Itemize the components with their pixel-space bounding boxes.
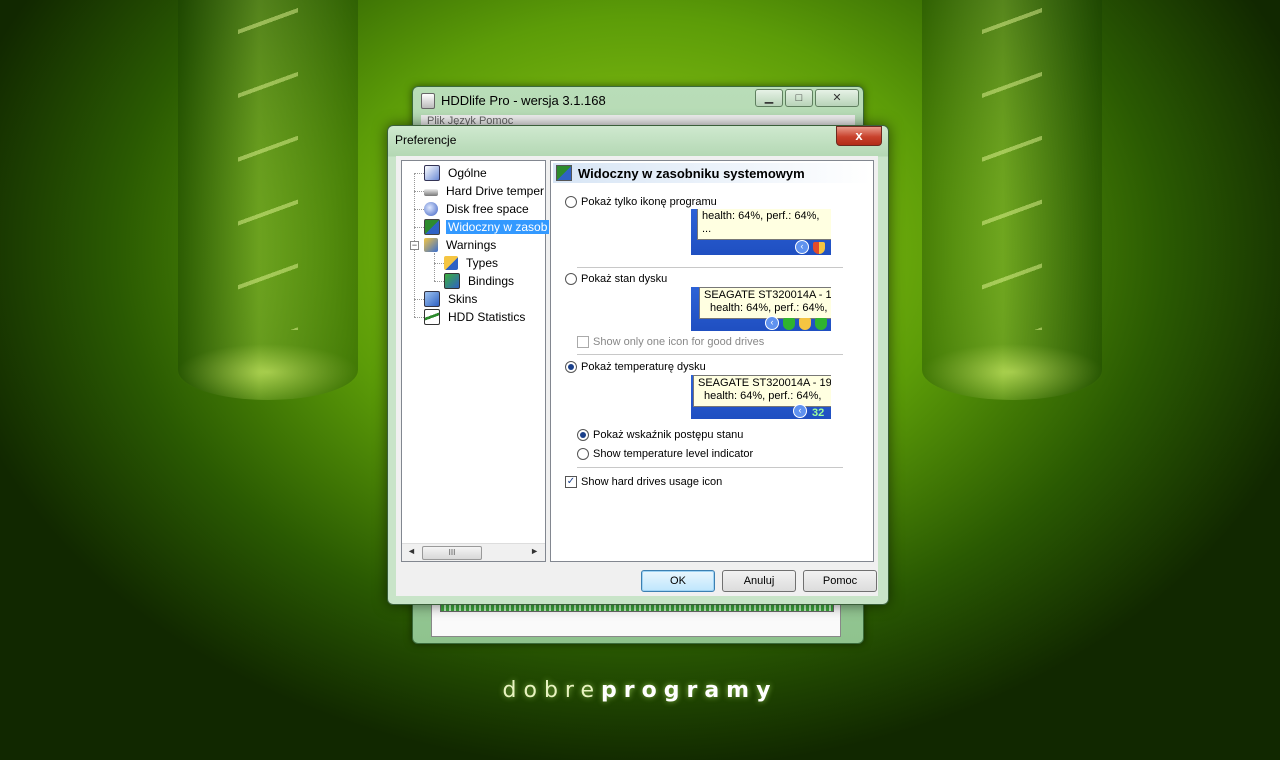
preview-tooltip: SEAGATE ST320014A - 19. health: 64%, per… xyxy=(699,287,831,319)
general-settings-icon xyxy=(424,164,440,181)
tree-item-bindings[interactable]: Bindings xyxy=(444,272,516,289)
background-swirl xyxy=(238,0,298,330)
chevron-left-icon: ‹ xyxy=(765,316,779,330)
preview-program-icon: health: 64%, perf.: 64%, ... ‹ xyxy=(691,209,831,255)
good-drive-icon xyxy=(783,318,795,330)
minimize-icon: ▁ xyxy=(764,92,774,104)
dialog-title: Preferencje xyxy=(395,133,457,147)
ok-button[interactable]: OK xyxy=(641,570,715,592)
tree-item-hard-drive-temperature[interactable]: Hard Drive temper xyxy=(424,182,546,199)
option-usage-icon[interactable]: ✓ Show hard drives usage icon xyxy=(565,476,722,488)
maximize-icon: □ xyxy=(795,92,803,104)
option-temperature-level[interactable]: Show temperature level indicator xyxy=(577,448,753,460)
tree-horizontal-scrollbar[interactable]: ◄ III ► xyxy=(402,543,545,561)
option-label: Pokaż tylko ikonę programu xyxy=(581,196,717,208)
panel-header: Widoczny w zasobniku systemowym xyxy=(553,163,871,183)
tray-icon xyxy=(556,165,572,181)
help-button[interactable]: Pomoc xyxy=(803,570,877,592)
chevron-left-icon: ‹ xyxy=(793,404,807,418)
app-icon xyxy=(421,93,435,109)
security-shield-icon xyxy=(813,242,825,254)
tray-icon xyxy=(424,218,440,235)
tree-item-label: Types xyxy=(466,255,499,270)
tree-item-types[interactable]: Types xyxy=(444,254,500,271)
hard-drive-icon xyxy=(424,188,438,196)
main-window-title: HDDlife Pro - wersja 3.1.168 xyxy=(441,93,606,108)
dialog-client: − Ogólne Hard Drive temper Disk free spa… xyxy=(396,156,878,596)
close-icon: ✕ xyxy=(832,92,842,104)
radio-disk-status[interactable] xyxy=(565,273,577,285)
warnings-expander[interactable]: − xyxy=(410,241,419,250)
bindings-icon xyxy=(444,272,460,289)
radio-progress-indicator[interactable] xyxy=(577,429,589,441)
preview-tooltip: health: 64%, perf.: 64%, ... xyxy=(697,209,831,240)
preview-disk-temperature: SEAGATE ST320014A - 19. health: 64%, per… xyxy=(691,375,831,419)
minimize-button[interactable]: ▁ xyxy=(755,89,783,107)
cancel-button[interactable]: Anuluj xyxy=(722,570,796,592)
scroll-thumb[interactable]: III xyxy=(422,546,482,560)
tray-settings-panel: Widoczny w zasobniku systemowym Pokaż ty… xyxy=(550,160,874,562)
tree-item-label: HDD Statistics xyxy=(448,309,526,324)
tree-item-label: Bindings xyxy=(468,273,515,288)
maximize-button[interactable]: □ xyxy=(785,89,813,107)
option-disk-temperature[interactable]: Pokaż temperaturę dysku xyxy=(565,361,706,373)
temperature-indicator: 32 xyxy=(812,407,825,419)
preferences-tree: − Ogólne Hard Drive temper Disk free spa… xyxy=(401,160,550,562)
option-label: Pokaż wskaźnik postępu stanu xyxy=(593,429,744,441)
panel-title: Widoczny w zasobniku systemowym xyxy=(578,165,805,181)
preview-tooltip: SEAGATE ST320014A - 19. health: 64%, per… xyxy=(693,375,831,407)
main-close-button[interactable]: ✕ xyxy=(815,89,859,107)
option-disk-status[interactable]: Pokaż stan dysku xyxy=(565,273,667,285)
checkbox-usage-icon[interactable]: ✓ xyxy=(565,476,577,488)
radio-disk-temperature[interactable] xyxy=(565,361,577,373)
tree-item-label: Ogólne xyxy=(448,165,487,180)
close-icon: x xyxy=(855,128,863,143)
scroll-right-icon[interactable]: ► xyxy=(530,546,539,556)
tree-item-label: Widoczny w zasob xyxy=(446,219,550,234)
option-only-one-icon[interactable]: Show only one icon for good drives xyxy=(577,336,764,348)
tree-item-label: Skins xyxy=(448,291,478,306)
good-drive-icon xyxy=(815,318,827,330)
types-icon xyxy=(444,255,458,270)
option-program-icon-only[interactable]: Pokaż tylko ikonę programu xyxy=(565,196,717,208)
preview-disk-status: SEAGATE ST320014A - 19. health: 64%, per… xyxy=(691,287,831,331)
warnings-icon xyxy=(424,237,438,252)
radio-temperature-level[interactable] xyxy=(577,448,589,460)
tree-item-label: Warnings xyxy=(446,237,497,252)
tree-item-ogolne[interactable]: Ogólne xyxy=(424,164,489,181)
tree-item-skins[interactable]: Skins xyxy=(424,290,479,307)
tree-item-tray[interactable]: Widoczny w zasob xyxy=(424,218,550,235)
background-swirl xyxy=(982,0,1042,330)
statistics-icon xyxy=(424,308,440,325)
brand-logo: dobreprogramy xyxy=(502,678,778,703)
option-label: Pokaż temperaturę dysku xyxy=(581,361,706,373)
main-progress-bar xyxy=(440,604,834,612)
chevron-left-icon: ‹ xyxy=(795,240,809,254)
option-progress-indicator[interactable]: Pokaż wskaźnik postępu stanu xyxy=(577,429,743,441)
tree-item-label: Hard Drive temper xyxy=(446,183,545,198)
option-label: Show only one icon for good drives xyxy=(593,336,765,348)
tree-item-label: Disk free space xyxy=(446,201,529,216)
checkbox-only-one-icon[interactable] xyxy=(577,336,589,348)
tree-item-hdd-statistics[interactable]: HDD Statistics xyxy=(424,308,527,325)
preferences-dialog: Preferencje x − Ogólne Hard Drive temper xyxy=(387,125,889,605)
tree-item-warnings[interactable]: Warnings xyxy=(424,236,498,253)
tree-item-disk-free-space[interactable]: Disk free space xyxy=(424,200,531,217)
radio-program-icon-only[interactable] xyxy=(565,196,577,208)
option-label: Show hard drives usage icon xyxy=(581,476,723,488)
disk-space-icon xyxy=(424,201,438,216)
dialog-close-button[interactable]: x xyxy=(836,126,882,146)
option-label: Show temperature level indicator xyxy=(593,448,754,460)
scroll-left-icon[interactable]: ◄ xyxy=(407,546,416,556)
option-label: Pokaż stan dysku xyxy=(581,273,668,285)
skins-icon xyxy=(424,290,440,307)
warning-drive-icon xyxy=(799,318,811,330)
